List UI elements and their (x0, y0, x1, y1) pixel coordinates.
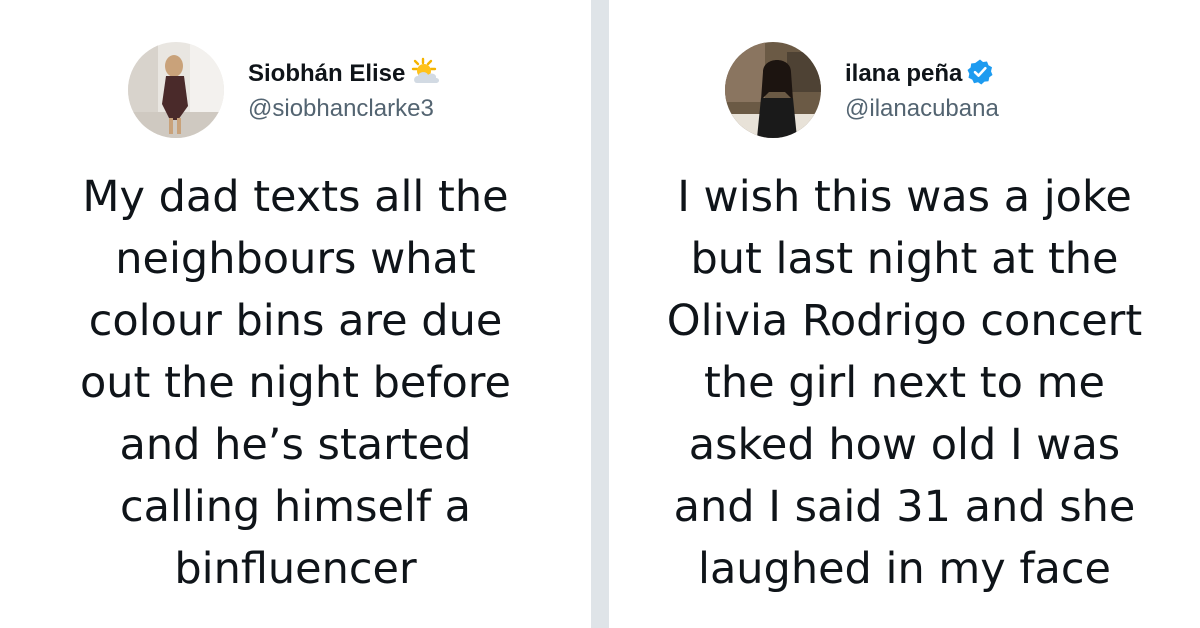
avatar[interactable] (128, 42, 224, 138)
tweet-text-line: binfluencer (174, 544, 417, 594)
tweet-text: My dad texts all the neighbours what col… (0, 166, 591, 600)
tweet-text-line: the girl next to me (704, 358, 1105, 408)
tweet-text-line: My dad texts all the (82, 172, 509, 222)
user-handle[interactable]: @ilanacubana (845, 95, 999, 123)
tweet-text-line: Olivia Rodrigo concert (666, 296, 1143, 346)
tweet-text-line: colour bins are due (88, 296, 503, 346)
tweet-text-line: laughed in my face (698, 544, 1111, 594)
tweet-text-line: asked how old I was (688, 420, 1121, 470)
tweet-text-line: neighbours what (115, 234, 476, 284)
tweet-text-line: and I said 31 and she (673, 482, 1136, 532)
sun-behind-cloud-icon (409, 57, 443, 91)
tweet-text-line: I wish this was a joke (677, 172, 1132, 222)
display-name[interactable]: Siobhán Elise (248, 60, 405, 88)
tweet-text-line: out the night before (80, 358, 511, 408)
tweet-card-right: ilana peña @ilanacubana I wish this was … (609, 0, 1200, 628)
tweet-text-line: calling himself a (119, 482, 472, 532)
tweet-text-line: and he’s started (119, 420, 472, 470)
user-names: Siobhán Elise @siobhanclarke3 (248, 57, 443, 123)
tweet-header: Siobhán Elise @siobhanclarke3 (128, 42, 443, 138)
tweet-card-left: Siobhán Elise @siobhanclarke3 My dad tex… (0, 0, 591, 628)
user-handle[interactable]: @siobhanclarke3 (248, 95, 443, 123)
avatar[interactable] (725, 42, 821, 138)
tweet-text-line: but last night at the (690, 234, 1119, 284)
user-names: ilana peña @ilanacubana (845, 57, 999, 123)
panel-divider (591, 0, 609, 628)
tweet-text: I wish this was a joke but last night at… (609, 166, 1200, 600)
verified-badge-icon (966, 58, 994, 90)
display-name[interactable]: ilana peña (845, 60, 962, 88)
tweet-header: ilana peña @ilanacubana (725, 42, 999, 138)
